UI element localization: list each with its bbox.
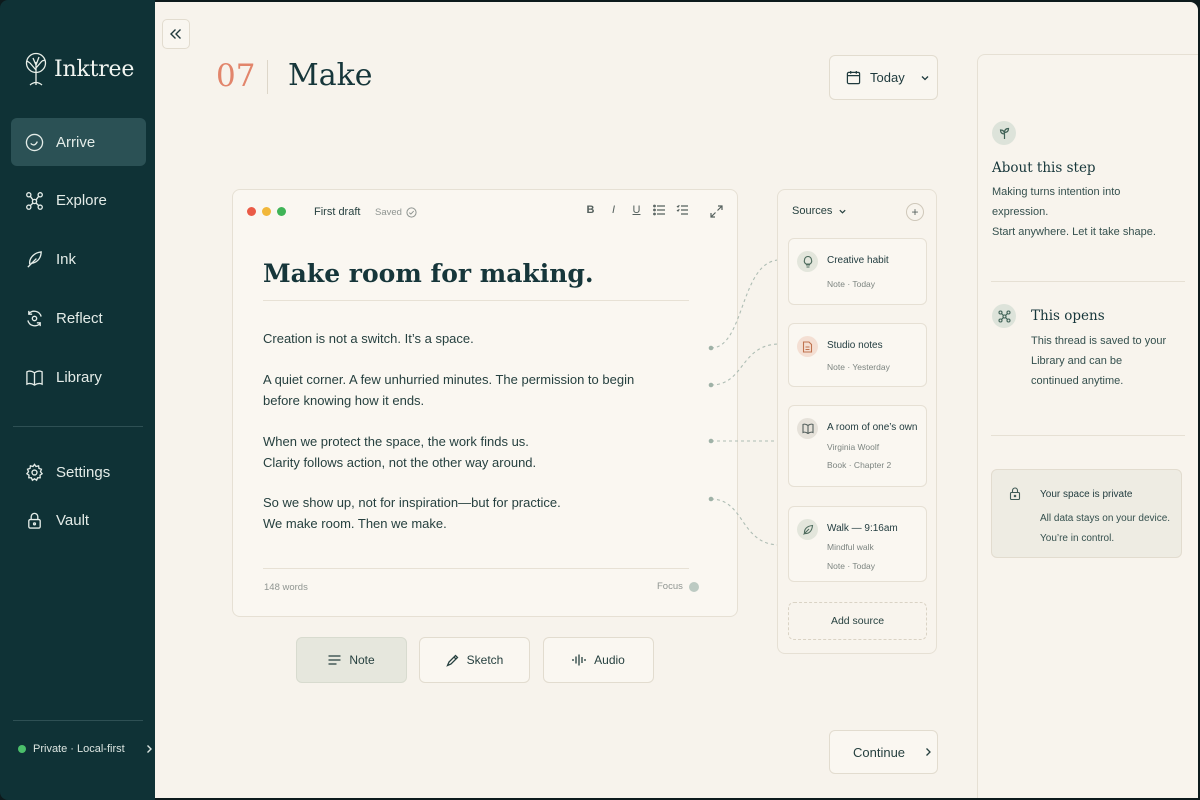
about-line: Making turns intention into	[992, 186, 1121, 198]
book-icon	[797, 418, 818, 439]
sprout-icon	[992, 121, 1016, 145]
lock-icon	[1009, 487, 1021, 500]
panel-divider	[991, 435, 1185, 436]
chevron-down-icon	[839, 209, 846, 214]
lock-icon	[28, 512, 41, 529]
status-dot	[18, 745, 26, 753]
opens-line: continued anytime.	[1031, 375, 1124, 387]
gear-icon	[25, 462, 44, 481]
nav-item-ink[interactable]: Ink	[11, 235, 146, 283]
brand-name: Inktree	[54, 56, 135, 82]
nav-item-explore[interactable]: Explore	[11, 176, 146, 224]
lightbulb-icon	[797, 251, 818, 272]
feather-icon	[27, 250, 42, 268]
this-opens-title: This opens	[1031, 308, 1105, 324]
chevron-right-icon	[146, 745, 152, 753]
tree-logo-icon	[25, 52, 47, 86]
sidebar-divider	[13, 720, 143, 721]
source-title: A room of one’s own	[827, 422, 918, 433]
continue-button[interactable]: Continue	[829, 730, 938, 774]
continue-label: Continue	[853, 744, 906, 760]
explore-icon	[26, 191, 43, 210]
about-step-text: Making turns intention into expression. …	[992, 182, 1156, 242]
nav-label: Arrive	[56, 133, 96, 151]
source-card-creative-habit[interactable]: Creative habit Note · Today	[788, 238, 927, 305]
add-source-button[interactable]: Add source	[788, 602, 927, 640]
sources-dropdown[interactable]: Sources	[792, 205, 847, 217]
sidebar: Inktree Arrive Explore Ink Reflect Libra…	[0, 0, 155, 800]
about-line: expression.	[992, 206, 1049, 218]
nav-label: Reflect	[56, 309, 103, 327]
nav-label: Library	[56, 368, 102, 386]
nav-label: Explore	[56, 191, 107, 209]
source-subtitle: Mindful walk	[827, 542, 874, 552]
book-icon	[26, 370, 43, 386]
nav-label: Ink	[56, 250, 77, 268]
panel-divider	[991, 281, 1185, 282]
leaf-icon	[797, 519, 818, 540]
source-card-studio-notes[interactable]: Studio notes Note · Yesterday	[788, 323, 927, 387]
privacy-line: All data stays on your device.	[1040, 513, 1171, 524]
source-meta: Note · Today	[827, 561, 876, 571]
opens-line: Library and can be	[1031, 355, 1123, 367]
nav-label: Settings	[56, 463, 111, 481]
source-meta: Book · Chapter 2	[827, 460, 892, 470]
privacy-line: You’re in control.	[1040, 533, 1115, 544]
source-title: Creative habit	[827, 255, 889, 266]
nav-item-library[interactable]: Library	[11, 353, 146, 401]
nav-item-vault[interactable]: Vault	[11, 496, 146, 544]
source-title: Studio notes	[827, 340, 883, 351]
arrive-icon	[25, 133, 44, 151]
about-step-title: About this step	[992, 160, 1096, 176]
add-source-icon[interactable]: +	[906, 203, 924, 221]
privacy-status-label: Private · Local-first	[33, 743, 125, 755]
sources-title: Sources	[792, 205, 833, 217]
source-meta: Note · Yesterday	[827, 362, 890, 372]
source-author: Virginia Woolf	[827, 442, 880, 452]
privacy-status[interactable]: Private · Local-first	[18, 743, 154, 755]
opens-line: This thread is saved to your	[1031, 335, 1167, 347]
privacy-text: All data stays on your device. You’re in…	[1040, 509, 1170, 549]
privacy-title: Your space is private	[1040, 489, 1133, 500]
nav-item-settings[interactable]: Settings	[11, 448, 146, 496]
reflect-icon	[27, 310, 42, 326]
branch-icon	[992, 304, 1016, 328]
nav-item-arrive[interactable]: Arrive	[11, 118, 146, 166]
step-info-panel: About this step Making turns intention i…	[977, 54, 1198, 798]
sources-panel: Sources + Creative habit Note · Today St…	[777, 189, 937, 654]
brand: Inktree	[24, 52, 134, 86]
nav-label: Vault	[56, 511, 90, 529]
source-title: Walk — 9:16am	[827, 523, 898, 534]
about-line: Start anywhere. Let it take shape.	[992, 226, 1156, 238]
main-area: 07 Make Today First draft Saved B I U Ma…	[155, 2, 1198, 798]
document-icon	[797, 336, 818, 357]
chevron-right-icon	[926, 748, 931, 756]
nav-item-reflect[interactable]: Reflect	[11, 294, 146, 342]
source-card-walk[interactable]: Walk — 9:16am Mindful walk Note · Today	[788, 506, 927, 582]
sidebar-divider	[13, 426, 143, 427]
this-opens-text: This thread is saved to your Library and…	[1031, 331, 1166, 391]
source-card-room-of-ones-own[interactable]: A room of one’s own Virginia Woolf Book …	[788, 405, 927, 487]
source-meta: Note · Today	[827, 279, 876, 289]
privacy-card: Your space is private All data stays on …	[991, 469, 1182, 558]
